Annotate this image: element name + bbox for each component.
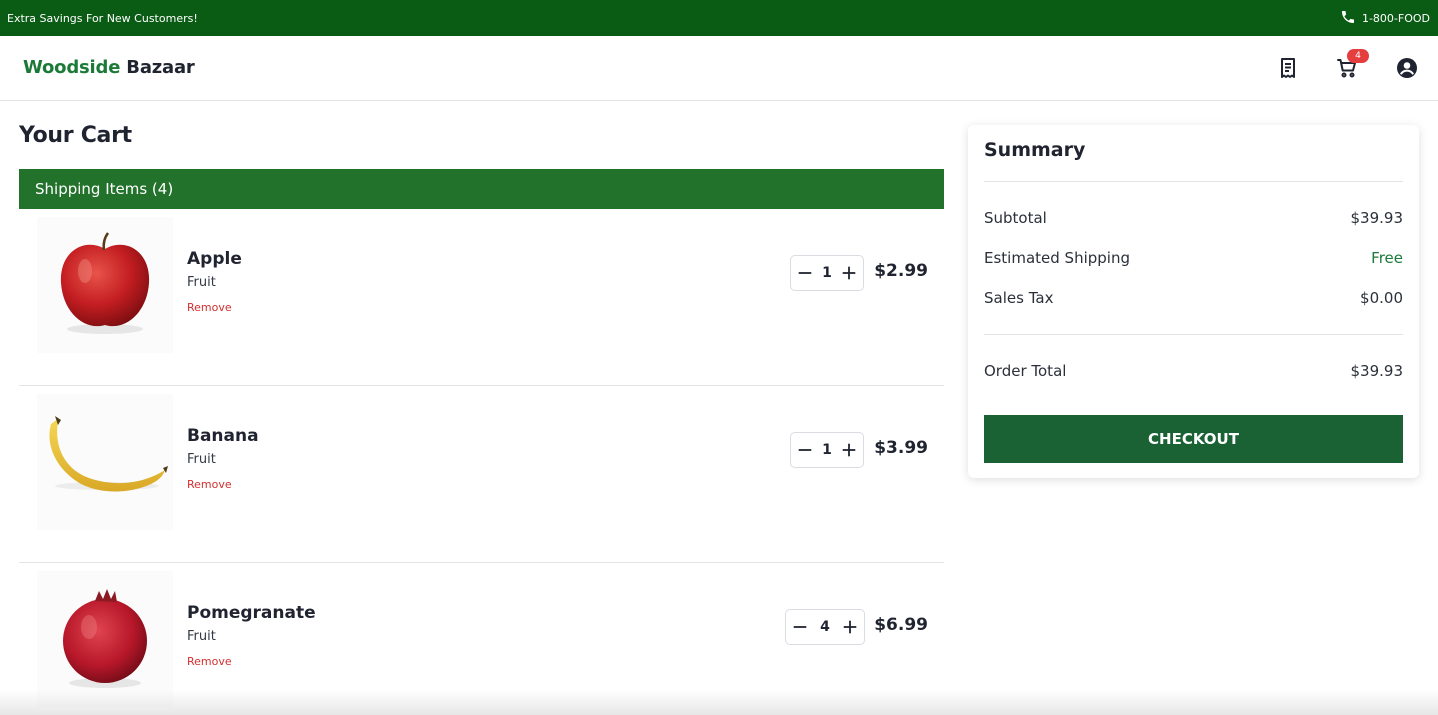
site-header: Woodside Bazaar 4 [0, 36, 1438, 101]
summary-divider [984, 181, 1403, 182]
apple-image [37, 217, 173, 353]
item-name: Pomegranate [187, 603, 316, 623]
receipt-icon[interactable] [1276, 56, 1300, 80]
promo-phone[interactable]: 1-800-FOOD [1340, 9, 1430, 28]
plus-icon [843, 620, 857, 634]
phone-icon [1340, 9, 1356, 28]
banana-image [37, 394, 173, 530]
pomegranate-image [37, 571, 173, 707]
site-logo[interactable]: Woodside Bazaar [23, 57, 195, 78]
quantity-value[interactable]: 4 [815, 619, 835, 635]
shipping-label: Estimated Shipping [984, 249, 1130, 267]
logo-text-woodside: Woodside [23, 57, 121, 78]
cart-item-apple: Apple Fruit Remove 1 $2.99 [19, 209, 944, 386]
quantity-stepper: 1 [790, 255, 864, 291]
tax-row: Sales Tax $0.00 [984, 289, 1403, 307]
minus-icon [798, 272, 812, 274]
item-category: Fruit [187, 275, 216, 290]
order-summary-card: Summary Subtotal $39.93 Estimated Shippi… [968, 125, 1419, 478]
tax-value: $0.00 [1360, 289, 1403, 307]
quantity-value[interactable]: 1 [817, 265, 837, 281]
promo-bar: Extra Savings For New Customers! 1-800-F… [0, 0, 1438, 36]
item-category: Fruit [187, 452, 216, 467]
increment-button[interactable] [839, 440, 859, 460]
cart-item-banana: Banana Fruit Remove 1 $3.99 [19, 386, 944, 563]
summary-divider [984, 334, 1403, 335]
tax-label: Sales Tax [984, 289, 1054, 307]
increment-button[interactable] [840, 617, 860, 637]
minus-icon [793, 626, 807, 628]
quantity-stepper: 4 [785, 609, 865, 645]
decrement-button[interactable] [795, 263, 815, 283]
plus-icon [842, 266, 856, 280]
promo-message: Extra Savings For New Customers! [7, 11, 198, 25]
remove-link[interactable]: Remove [187, 301, 232, 314]
minus-icon [798, 449, 812, 451]
item-price: $6.99 [874, 615, 928, 635]
cart-count-badge: 4 [1347, 49, 1369, 63]
shipping-items-header: Shipping Items (4) [19, 169, 944, 209]
summary-title: Summary [984, 139, 1086, 161]
order-total-label: Order Total [984, 362, 1067, 380]
item-name: Banana [187, 426, 259, 446]
shipping-row: Estimated Shipping Free [984, 249, 1403, 267]
plus-icon [842, 443, 856, 457]
order-total-row: Order Total $39.93 [984, 362, 1403, 380]
remove-link[interactable]: Remove [187, 478, 232, 491]
item-name: Apple [187, 249, 242, 269]
shipping-items-label: Shipping Items (4) [35, 180, 174, 198]
item-category: Fruit [187, 629, 216, 644]
increment-button[interactable] [839, 263, 859, 283]
remove-link[interactable]: Remove [187, 655, 232, 668]
subtotal-row: Subtotal $39.93 [984, 209, 1403, 227]
account-icon[interactable] [1395, 56, 1419, 80]
checkout-button[interactable]: CHECKOUT [984, 415, 1403, 463]
item-price: $3.99 [874, 438, 928, 458]
item-price: $2.99 [874, 261, 928, 281]
phone-number: 1-800-FOOD [1361, 11, 1430, 25]
decrement-button[interactable] [790, 617, 810, 637]
subtotal-value: $39.93 [1350, 209, 1404, 227]
shipping-value: Free [1371, 249, 1403, 267]
quantity-value[interactable]: 1 [817, 442, 837, 458]
page-title: Your Cart [19, 123, 132, 148]
decrement-button[interactable] [795, 440, 815, 460]
cart-item-pomegranate: Pomegranate Fruit Remove 4 $6.99 [19, 563, 944, 715]
logo-text-bazaar: Bazaar [126, 57, 195, 78]
quantity-stepper: 1 [790, 432, 864, 468]
order-total-value: $39.93 [1350, 362, 1404, 380]
subtotal-label: Subtotal [984, 209, 1047, 227]
